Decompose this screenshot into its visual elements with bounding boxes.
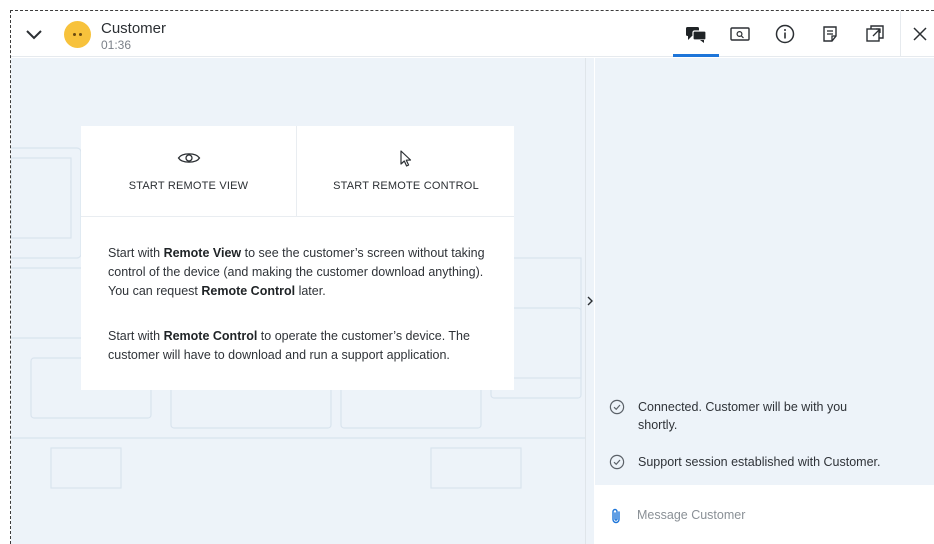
remote-view-label: START REMOTE VIEW — [128, 180, 249, 192]
help-bold-text: Remote Control — [163, 329, 258, 343]
chat-message: Connected. Customer will be with you sho… — [609, 398, 888, 434]
customer-name: Customer — [101, 20, 167, 37]
avatar-eye-icon — [73, 33, 76, 36]
help-text: later. — [295, 284, 326, 298]
check-circle-icon — [609, 399, 625, 415]
message-input[interactable] — [637, 503, 917, 527]
chat-icon[interactable] — [685, 23, 707, 45]
remote-view-help-text: Start with Remote View to see the custom… — [108, 244, 498, 301]
help-text: Start with — [108, 246, 164, 260]
header-divider — [900, 11, 901, 57]
chevron-down-icon[interactable] — [24, 24, 44, 44]
chat-panel: Connected. Customer will be with you sho… — [595, 58, 934, 485]
popout-icon[interactable] — [864, 23, 886, 45]
help-text: Start with — [108, 329, 164, 343]
info-icon[interactable] — [774, 23, 796, 45]
remote-control-help-text: Start with Remote Control to operate the… — [108, 327, 498, 365]
chat-message: Support session established with Custome… — [609, 453, 888, 471]
session-header: Customer 01:36 — [11, 11, 934, 57]
check-circle-icon — [609, 454, 625, 470]
session-start-card: START REMOTE VIEW START REMOTE CONTROL S… — [81, 126, 514, 390]
card-divider — [81, 216, 514, 217]
screenshot-icon[interactable] — [729, 23, 751, 45]
avatar-eye-icon — [79, 33, 82, 36]
message-composer — [595, 485, 934, 544]
session-window: Customer 01:36 START REMOTE VIEW START R… — [0, 0, 934, 544]
start-remote-control-button[interactable]: START REMOTE CONTROL — [298, 126, 514, 216]
eye-icon — [177, 150, 201, 171]
remote-workspace: START REMOTE VIEW START REMOTE CONTROL S… — [11, 58, 585, 544]
avatar — [64, 21, 91, 48]
help-bold-text: Remote Control — [201, 284, 296, 298]
active-tab-indicator — [673, 54, 719, 57]
chat-message-text: Support session established with Custome… — [638, 455, 881, 469]
session-timer: 01:36 — [101, 38, 132, 52]
remote-control-label: START REMOTE CONTROL — [333, 180, 479, 192]
start-remote-view-button[interactable]: START REMOTE VIEW — [81, 126, 297, 216]
notes-icon[interactable] — [819, 23, 841, 45]
close-icon[interactable] — [909, 23, 931, 45]
cursor-icon — [398, 150, 414, 173]
help-bold-text: Remote View — [163, 246, 242, 260]
attachment-icon[interactable] — [609, 507, 623, 525]
chat-message-text: Connected. Customer will be with you sho… — [638, 400, 848, 432]
